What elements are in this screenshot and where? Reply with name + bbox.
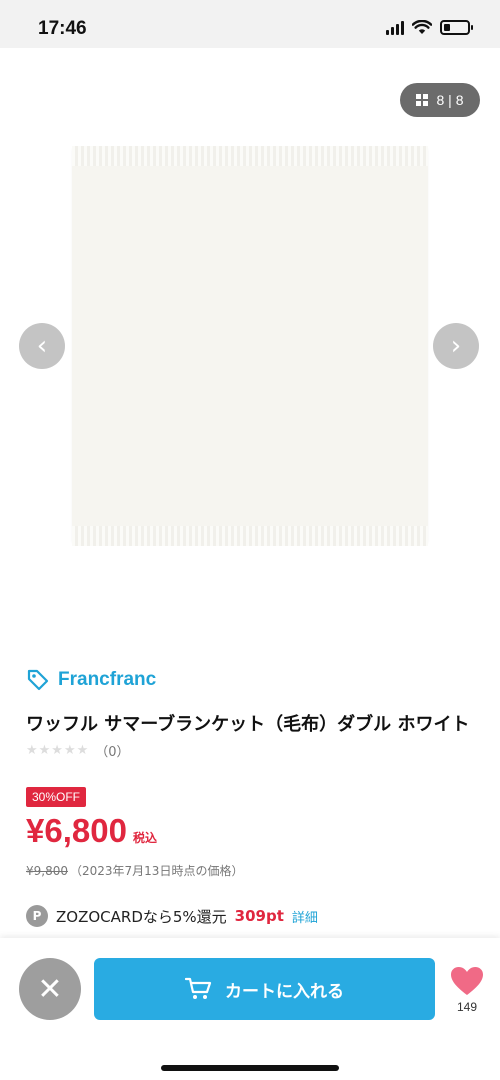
price-value: ¥6,800 [26, 812, 127, 849]
favorite-count: 149 [456, 1000, 478, 1014]
product-image[interactable] [72, 146, 428, 546]
signal-icon [386, 20, 404, 35]
status-time: 17:46 [38, 18, 87, 39]
product-title: ワッフル サマーブランケット（毛布）ダブル ホワイト [26, 714, 470, 735]
favorite-button[interactable]: 149 [447, 966, 487, 1014]
close-button[interactable]: ✕ [19, 958, 81, 1020]
brand-link[interactable]: Francfranc [26, 668, 156, 692]
star-rating-icons: ★★★★★ [26, 743, 90, 758]
points-text: ZOZOCARDなら5%還元 [56, 907, 227, 926]
old-price-note: （2023年7月13日時点の価格） [70, 864, 244, 878]
tax-label: 税込 [132, 831, 157, 845]
add-to-cart-label: カートに入れる [225, 981, 344, 1002]
points-icon: P [26, 905, 48, 927]
tag-icon [27, 669, 49, 691]
rating[interactable]: ★★★★★ （0） [26, 741, 130, 760]
image-counter[interactable]: 8 | 8 [400, 83, 480, 117]
points-detail-link[interactable]: 詳細 [292, 907, 318, 926]
blanket-fringe-bottom [72, 526, 428, 546]
discount-badge: 30%OFF [26, 787, 87, 807]
prev-image-button[interactable]: ‹ [19, 323, 65, 369]
status-icons [386, 20, 473, 35]
chevron-left-icon: ‹ [36, 331, 48, 361]
chevron-right-icon: › [450, 331, 462, 361]
blanket-fringe-top [72, 146, 428, 166]
review-count: （0） [95, 745, 130, 760]
home-indicator [161, 1065, 339, 1071]
heart-icon [451, 967, 483, 995]
price: ¥6,800 税込 [26, 812, 157, 850]
bottom-action-bar: ✕ カートに入れる 149 [0, 938, 500, 1080]
cart-icon [185, 977, 212, 999]
status-bar: 17:46 [0, 0, 500, 48]
product-gallery[interactable]: 8 | 8 ‹ › [0, 48, 500, 648]
brand-name: Francfranc [58, 669, 157, 690]
points-amount: 309pt [234, 907, 284, 925]
grid-icon [416, 94, 429, 106]
old-price: ¥9,800 （2023年7月13日時点の価格） [26, 862, 243, 879]
battery-icon [440, 20, 473, 35]
next-image-button[interactable]: › [433, 323, 479, 369]
old-price-value: ¥9,800 [26, 864, 68, 878]
wifi-icon [412, 20, 432, 34]
image-counter-text: 8 | 8 [436, 92, 464, 108]
points-info: P ZOZOCARDなら5%還元 309pt 詳細 [26, 905, 318, 927]
close-icon: ✕ [37, 971, 63, 1007]
add-to-cart-button[interactable]: カートに入れる [94, 958, 435, 1020]
